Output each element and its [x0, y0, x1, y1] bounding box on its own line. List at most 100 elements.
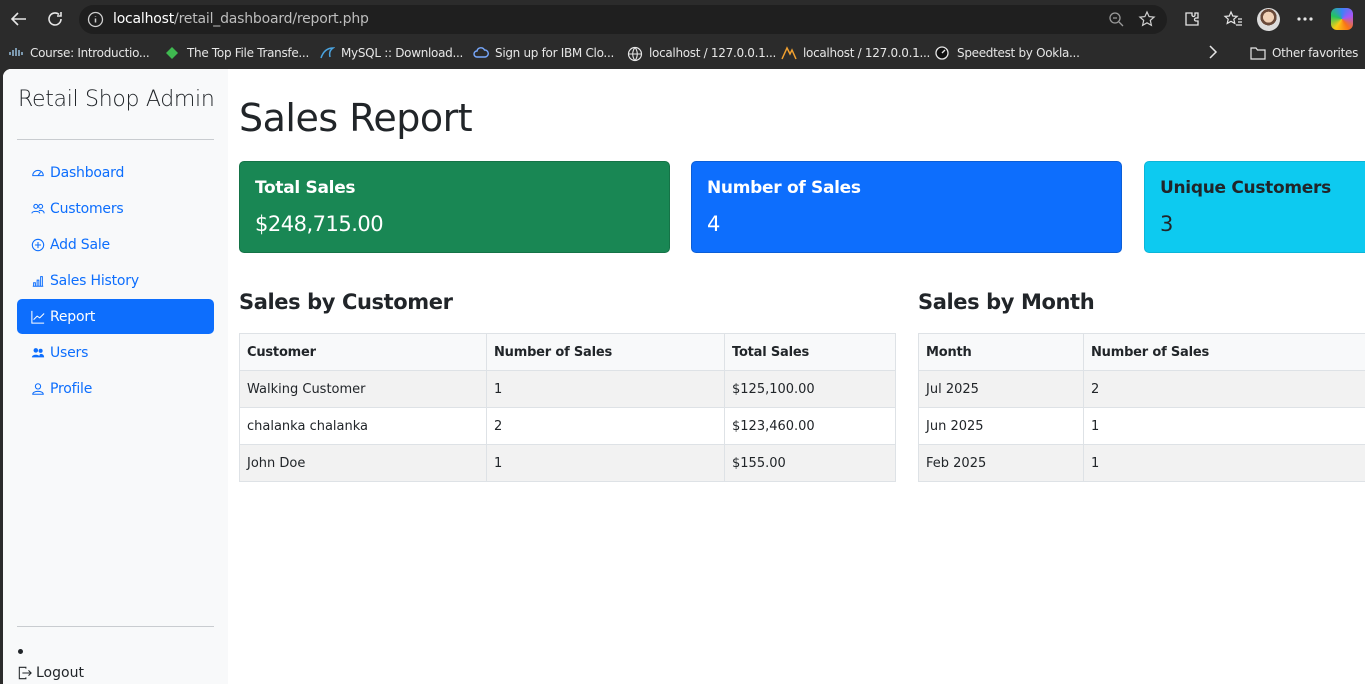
- page-title: Sales Report: [239, 96, 473, 140]
- sidebar: Retail Shop Admin Dashboard Customers Ad…: [3, 69, 228, 684]
- sidebar-item-dashboard[interactable]: Dashboard: [17, 155, 214, 190]
- sidebar-item-profile[interactable]: Profile: [17, 371, 214, 406]
- address-bar[interactable]: localhost/retail_dashboard/report.php: [79, 5, 1167, 34]
- zoom-icon[interactable]: [1108, 11, 1125, 28]
- table-cell: 2: [486, 407, 725, 445]
- sidebar-item-report[interactable]: Report: [17, 299, 214, 334]
- table-cell: 2: [1083, 370, 1365, 408]
- bar-chart-icon: [32, 275, 44, 287]
- card-value: $248,715.00: [255, 212, 384, 236]
- favorites-icon[interactable]: [1223, 9, 1243, 29]
- number-of-sales-card: Number of Sales 4: [691, 161, 1122, 253]
- card-title: Unique Customers: [1160, 178, 1331, 198]
- table-cell: $155.00: [724, 444, 896, 482]
- bookmark-item[interactable]: Speedtest by Ookla...: [935, 45, 1080, 61]
- ibm-cloud-icon: [473, 46, 489, 60]
- table-cell: 1: [486, 370, 725, 408]
- table-cell: 1: [1083, 407, 1365, 445]
- bookmark-label: Speedtest by Ookla...: [957, 46, 1080, 60]
- more-menu-icon[interactable]: [1295, 9, 1315, 29]
- url-path: /retail_dashboard/report.php: [174, 11, 369, 27]
- sidebar-item-label: Customers: [50, 200, 124, 217]
- unique-customers-card: Unique Customers 3: [1144, 161, 1365, 253]
- logout-link[interactable]: Logout: [18, 665, 84, 681]
- list-bullet: [18, 649, 23, 654]
- logout-icon: [18, 666, 32, 680]
- profile-avatar[interactable]: [1257, 8, 1280, 31]
- table-header-row: Month Number of Sales: [918, 333, 1365, 371]
- plus-circle-icon: [31, 238, 45, 251]
- bookmark-label: Course: Introductio...: [30, 46, 150, 60]
- back-icon[interactable]: [8, 8, 30, 30]
- person-icon: [32, 382, 44, 395]
- bookmark-label: The Top File Transfe...: [187, 46, 309, 60]
- bookmark-item[interactable]: localhost / 127.0.0.1...: [781, 45, 930, 61]
- brand-title[interactable]: Retail Shop Admin: [18, 87, 215, 112]
- site-info-icon[interactable]: [87, 11, 104, 28]
- graph-up-icon: [31, 310, 45, 324]
- url-text[interactable]: localhost/retail_dashboard/report.php: [113, 11, 369, 27]
- url-host: localhost: [113, 11, 175, 27]
- bookmark-item[interactable]: The Top File Transfe...: [165, 45, 309, 61]
- table-cell: $123,460.00: [724, 407, 896, 445]
- bookmark-label: MySQL :: Download...: [341, 46, 464, 60]
- copilot-icon[interactable]: [1331, 8, 1353, 30]
- sidebar-item-users[interactable]: Users: [17, 335, 214, 370]
- table-row: Walking Customer 1 $125,100.00: [239, 370, 896, 408]
- table-row: Jul 2025 2: [918, 370, 1365, 408]
- bookmark-label: Sign up for IBM Clo...: [495, 46, 614, 60]
- table-cell: 1: [486, 444, 725, 482]
- column-header: Number of Sales: [1083, 333, 1365, 371]
- extensions-icon[interactable]: [1182, 9, 1202, 29]
- browser-toolbar: localhost/retail_dashboard/report.php: [0, 0, 1365, 38]
- sidebar-item-sales-history[interactable]: Sales History: [17, 263, 214, 298]
- table-cell: chalanka chalanka: [239, 407, 487, 445]
- card-title: Number of Sales: [707, 178, 861, 198]
- sales-by-customer-table: Customer Number of Sales Total Sales Wal…: [239, 333, 896, 482]
- bookmark-item[interactable]: Course: Introductio...: [8, 45, 150, 61]
- chevron-right-icon[interactable]: [1203, 42, 1223, 62]
- speedtest-icon: [935, 46, 951, 60]
- table-cell: 1: [1083, 444, 1365, 482]
- bookmark-label: localhost / 127.0.0.1...: [649, 46, 777, 60]
- page-viewport: Retail Shop Admin Dashboard Customers Ad…: [3, 69, 1365, 684]
- bookmarks-bar: Course: Introductio... The Top File Tran…: [0, 38, 1365, 67]
- bookmark-item[interactable]: localhost / 127.0.0.1...: [627, 45, 777, 62]
- sidebar-item-customers[interactable]: Customers: [17, 191, 214, 226]
- favorite-star-icon[interactable]: [1138, 10, 1156, 28]
- table-row: Jun 2025 1: [918, 407, 1365, 445]
- table-cell: Walking Customer: [239, 370, 487, 408]
- folder-icon: [1250, 46, 1266, 60]
- sidebar-item-label: Profile: [50, 380, 93, 397]
- bookmark-label: localhost / 127.0.0.1...: [803, 46, 931, 60]
- speedometer-icon: [32, 169, 44, 176]
- phpmyadmin-icon: [781, 46, 797, 60]
- refresh-icon[interactable]: [44, 8, 66, 30]
- globe-icon: [627, 46, 643, 62]
- sidebar-item-label: Sales History: [50, 272, 139, 289]
- table-row: chalanka chalanka 2 $123,460.00: [239, 407, 896, 445]
- other-favorites[interactable]: Other favorites: [1250, 45, 1358, 61]
- sales-by-month-title: Sales by Month: [918, 290, 1095, 314]
- table-cell: John Doe: [239, 444, 487, 482]
- logout-label: Logout: [36, 665, 84, 681]
- mysql-dolphin-icon: [319, 46, 336, 60]
- people-icon: [31, 203, 45, 214]
- diamond-icon: [165, 46, 181, 60]
- sidebar-item-label: Report: [50, 308, 96, 325]
- card-value: 4: [707, 212, 720, 236]
- column-header: Month: [918, 333, 1084, 371]
- bookmark-item[interactable]: Sign up for IBM Clo...: [473, 45, 614, 61]
- table-row: Feb 2025 1: [918, 444, 1365, 482]
- sidebar-item-add-sale[interactable]: Add Sale: [17, 227, 214, 262]
- card-value: 3: [1160, 212, 1173, 236]
- card-title: Total Sales: [255, 178, 356, 198]
- sidebar-divider: [17, 139, 214, 140]
- sidebar-item-label: Dashboard: [50, 164, 125, 181]
- cisco-icon: [8, 46, 24, 60]
- table-cell: Feb 2025: [918, 444, 1084, 482]
- column-header: Total Sales: [724, 333, 896, 371]
- bookmark-item[interactable]: MySQL :: Download...: [319, 45, 463, 61]
- sales-by-customer-title: Sales by Customer: [239, 290, 453, 314]
- main-content: Sales Report Total Sales $248,715.00 Num…: [239, 69, 1365, 684]
